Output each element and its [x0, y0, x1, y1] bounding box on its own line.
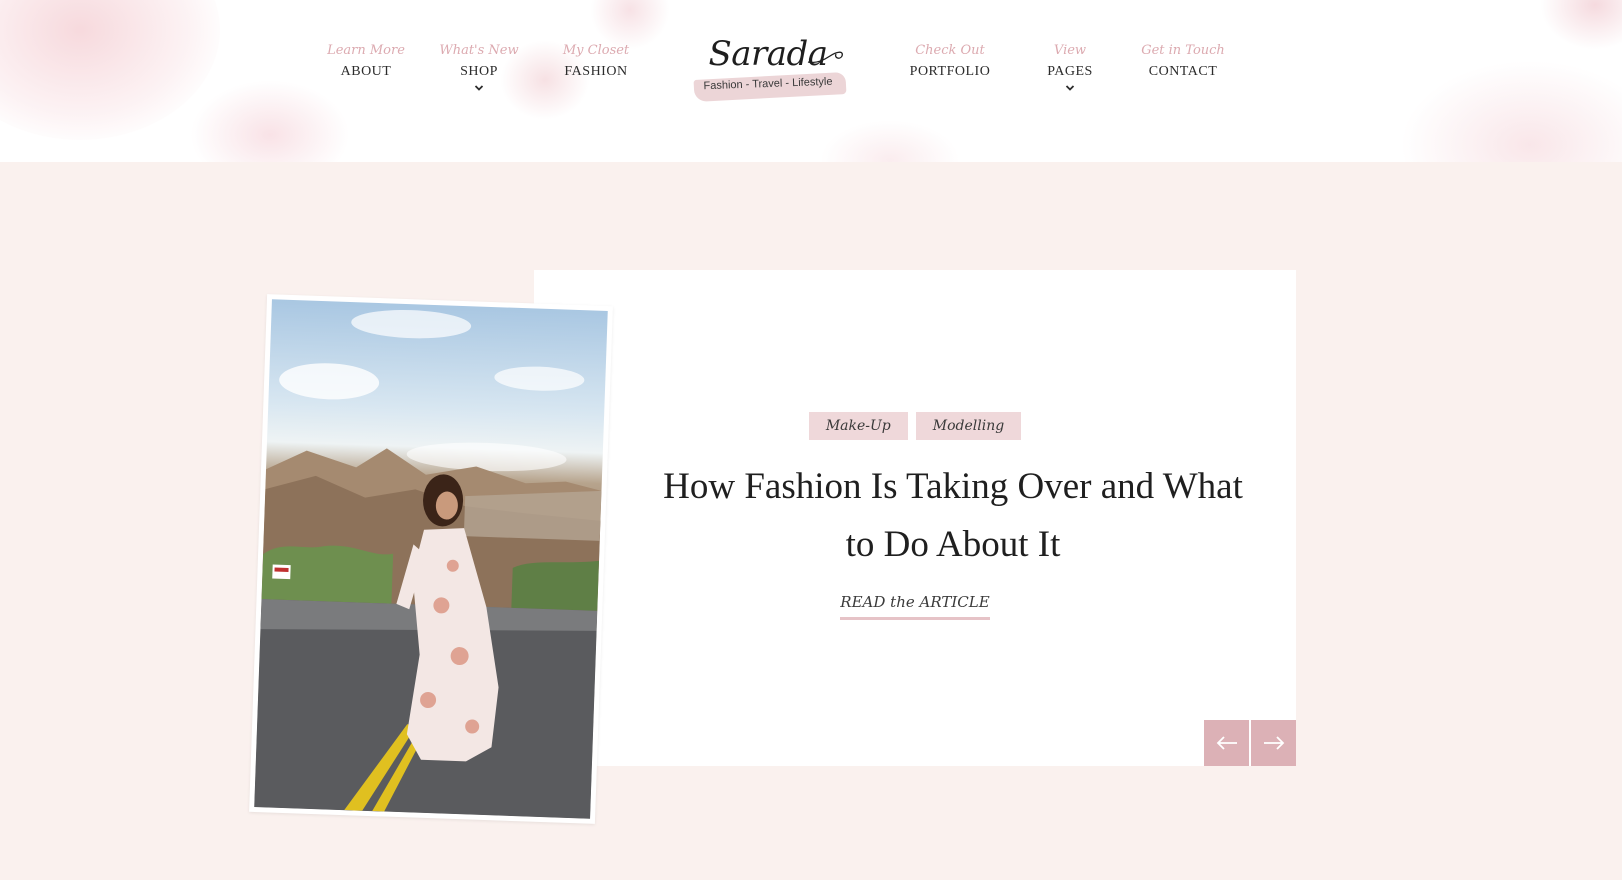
decor-blob: [0, 0, 220, 140]
arrow-right-icon: [1263, 736, 1284, 750]
nav-item-contact[interactable]: Get in Touch CONTACT: [1113, 40, 1253, 82]
logo-wordmark: Sarada: [708, 34, 828, 74]
decor-blob: [190, 80, 350, 162]
post-headline[interactable]: How Fashion Is Taking Over and What to D…: [660, 458, 1246, 574]
nav-item-portfolio[interactable]: Check Out PORTFOLIO: [880, 40, 1020, 82]
nav-item-label: FASHION: [564, 64, 628, 79]
decor-blob: [1400, 60, 1622, 162]
nav-item-label: PORTFOLIO: [909, 64, 991, 79]
nav-item-subtitle: My Closet: [562, 43, 630, 58]
slider-next-button[interactable]: [1251, 720, 1296, 766]
hero-photo-illustration: [254, 310, 602, 819]
hero-photo-frame: [249, 294, 613, 824]
nav-item-subtitle: Get in Touch: [1141, 43, 1225, 58]
site-logo[interactable]: Sarada Fashion - Travel - Lifestyle: [688, 32, 848, 104]
tag-makeup[interactable]: Make-Up: [808, 412, 908, 440]
post-tags: Make-Up Modelling: [534, 412, 1296, 440]
read-article-link[interactable]: READ the ARTICLE: [840, 593, 990, 620]
decor-blob: [820, 120, 960, 162]
read-article-wrapper: READ the ARTICLE: [534, 592, 1296, 620]
nav-item-label: CONTACT: [1148, 64, 1218, 79]
nav-item-fashion[interactable]: My Closet FASHION: [526, 40, 666, 82]
arrow-left-icon: [1216, 736, 1237, 750]
chevron-down-icon[interactable]: [474, 84, 484, 92]
site-header: Learn More ABOUT What's New SHOP My Clos…: [0, 0, 1622, 162]
hero-photo: [254, 299, 608, 819]
chevron-down-icon[interactable]: [1065, 84, 1075, 92]
nav-item-subtitle: Check Out: [915, 43, 985, 58]
decor-blob: [1540, 0, 1622, 50]
slider-prev-button[interactable]: [1204, 720, 1249, 766]
tag-modelling[interactable]: Modelling: [915, 412, 1022, 440]
